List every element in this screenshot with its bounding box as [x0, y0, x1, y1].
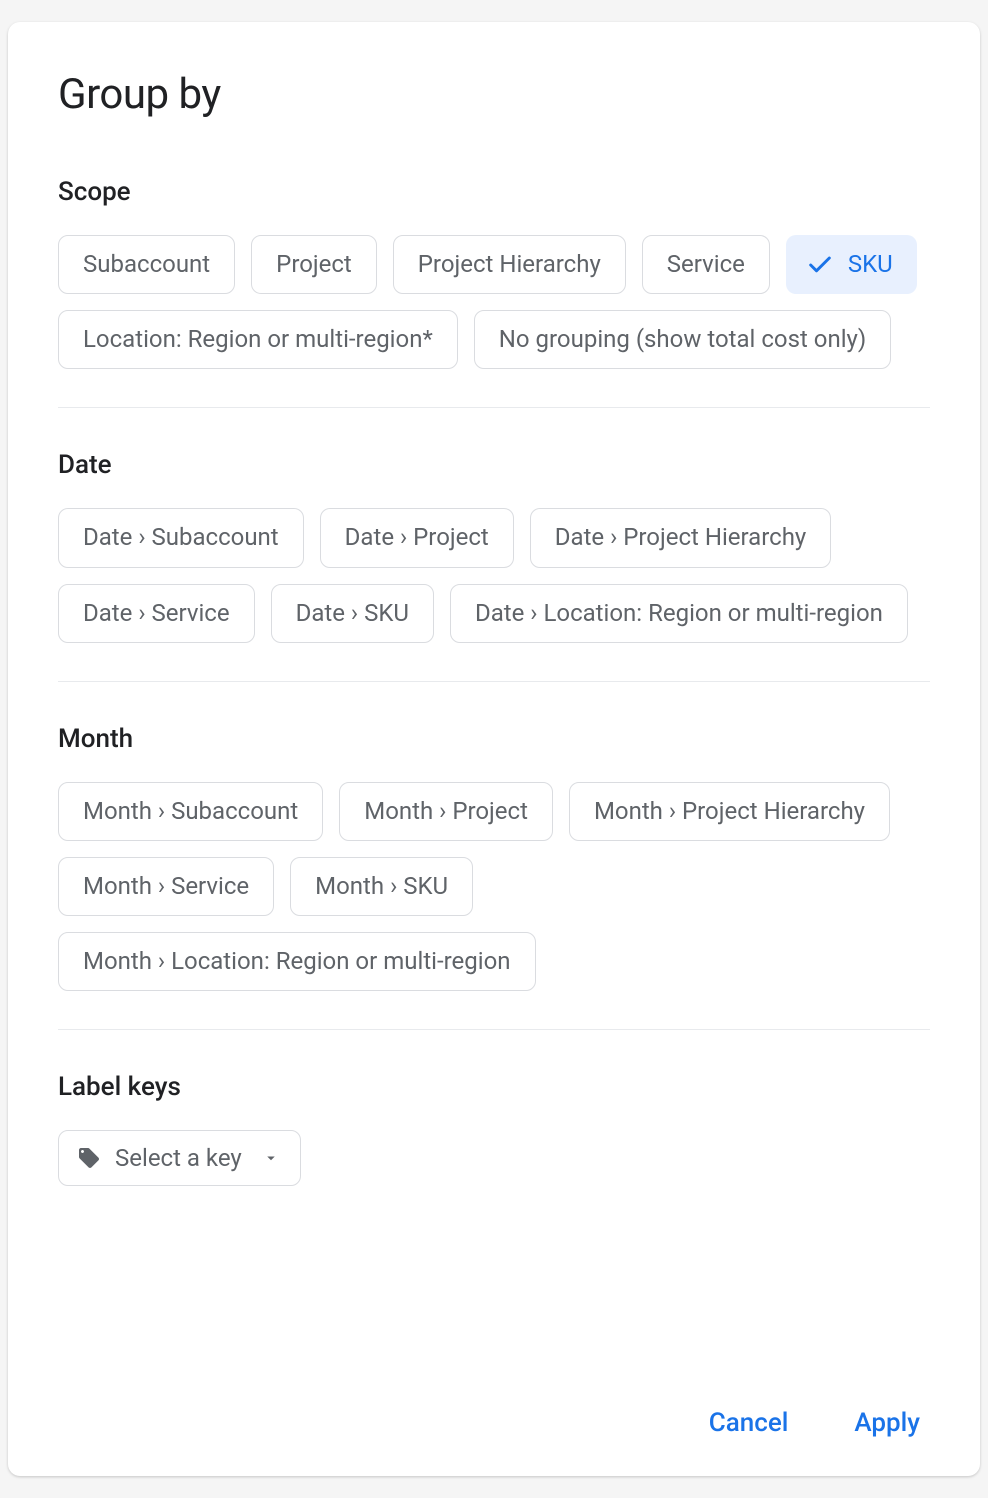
divider	[58, 1029, 930, 1030]
chip-scope-project-hierarchy[interactable]: Project Hierarchy	[393, 235, 626, 294]
chip-date-service[interactable]: Date › Service	[58, 584, 255, 643]
chip-label: Month › Project Hierarchy	[594, 796, 865, 827]
check-icon	[806, 251, 834, 279]
chip-label: Subaccount	[83, 249, 210, 280]
chip-label: Date › Service	[83, 598, 230, 629]
chip-label: Month › SKU	[315, 871, 448, 902]
chip-label: Month › Service	[83, 871, 249, 902]
chip-date-project-hierarchy[interactable]: Date › Project Hierarchy	[530, 508, 832, 567]
date-chip-row: Date › Subaccount Date › Project Date › …	[58, 508, 930, 642]
chip-date-project[interactable]: Date › Project	[320, 508, 514, 567]
chip-date-sku[interactable]: Date › SKU	[271, 584, 434, 643]
chip-label: Date › Location: Region or multi-region	[475, 598, 883, 629]
month-heading: Month	[58, 724, 930, 754]
select-label: Select a key	[115, 1144, 242, 1172]
chip-scope-location[interactable]: Location: Region or multi-region*	[58, 310, 458, 369]
chip-month-project[interactable]: Month › Project	[339, 782, 553, 841]
chip-scope-sku[interactable]: SKU	[786, 235, 917, 294]
chip-label: Date › Project	[345, 522, 489, 553]
chip-label: SKU	[848, 249, 893, 280]
chip-month-subaccount[interactable]: Month › Subaccount	[58, 782, 323, 841]
tag-icon	[77, 1146, 101, 1170]
chip-label: Month › Project	[364, 796, 528, 827]
label-keys-heading: Label keys	[58, 1072, 930, 1102]
chip-label: Project	[276, 249, 352, 280]
chip-label: Month › Location: Region or multi-region	[83, 946, 511, 977]
chip-date-location[interactable]: Date › Location: Region or multi-region	[450, 584, 908, 643]
dialog-actions: Cancel Apply	[58, 1360, 930, 1446]
month-chip-row: Month › Subaccount Month › Project Month…	[58, 782, 930, 992]
scope-chip-row: Subaccount Project Project Hierarchy Ser…	[58, 235, 930, 369]
section-label-keys: Label keys Select a key	[58, 1072, 930, 1186]
chip-label: Date › SKU	[296, 598, 409, 629]
chip-scope-no-grouping[interactable]: No grouping (show total cost only)	[474, 310, 891, 369]
scope-heading: Scope	[58, 177, 930, 207]
divider	[58, 681, 930, 682]
chip-label: Service	[667, 249, 745, 280]
divider	[58, 407, 930, 408]
chip-month-service[interactable]: Month › Service	[58, 857, 274, 916]
chip-scope-subaccount[interactable]: Subaccount	[58, 235, 235, 294]
chip-date-subaccount[interactable]: Date › Subaccount	[58, 508, 304, 567]
chip-scope-project[interactable]: Project	[251, 235, 377, 294]
chip-label: Project Hierarchy	[418, 249, 601, 280]
chip-label: Date › Project Hierarchy	[555, 522, 807, 553]
section-scope: Scope Subaccount Project Project Hierarc…	[58, 177, 930, 369]
chip-month-project-hierarchy[interactable]: Month › Project Hierarchy	[569, 782, 890, 841]
chip-scope-service[interactable]: Service	[642, 235, 770, 294]
chip-label: Date › Subaccount	[83, 522, 279, 553]
cancel-button[interactable]: Cancel	[705, 1400, 793, 1446]
chip-month-location[interactable]: Month › Location: Region or multi-region	[58, 932, 536, 991]
chip-label: Month › Subaccount	[83, 796, 298, 827]
dialog-title: Group by	[58, 70, 930, 119]
chip-label: Location: Region or multi-region*	[83, 324, 433, 355]
date-heading: Date	[58, 450, 930, 480]
chip-label: No grouping (show total cost only)	[499, 324, 866, 355]
section-date: Date Date › Subaccount Date › Project Da…	[58, 450, 930, 642]
chevron-down-icon	[256, 1149, 280, 1167]
section-month: Month Month › Subaccount Month › Project…	[58, 724, 930, 992]
apply-button[interactable]: Apply	[850, 1400, 924, 1446]
group-by-dialog: Group by Scope Subaccount Project Projec…	[8, 22, 980, 1476]
dialog-content: Scope Subaccount Project Project Hierarc…	[58, 177, 930, 1360]
label-key-select[interactable]: Select a key	[58, 1130, 301, 1186]
chip-month-sku[interactable]: Month › SKU	[290, 857, 473, 916]
